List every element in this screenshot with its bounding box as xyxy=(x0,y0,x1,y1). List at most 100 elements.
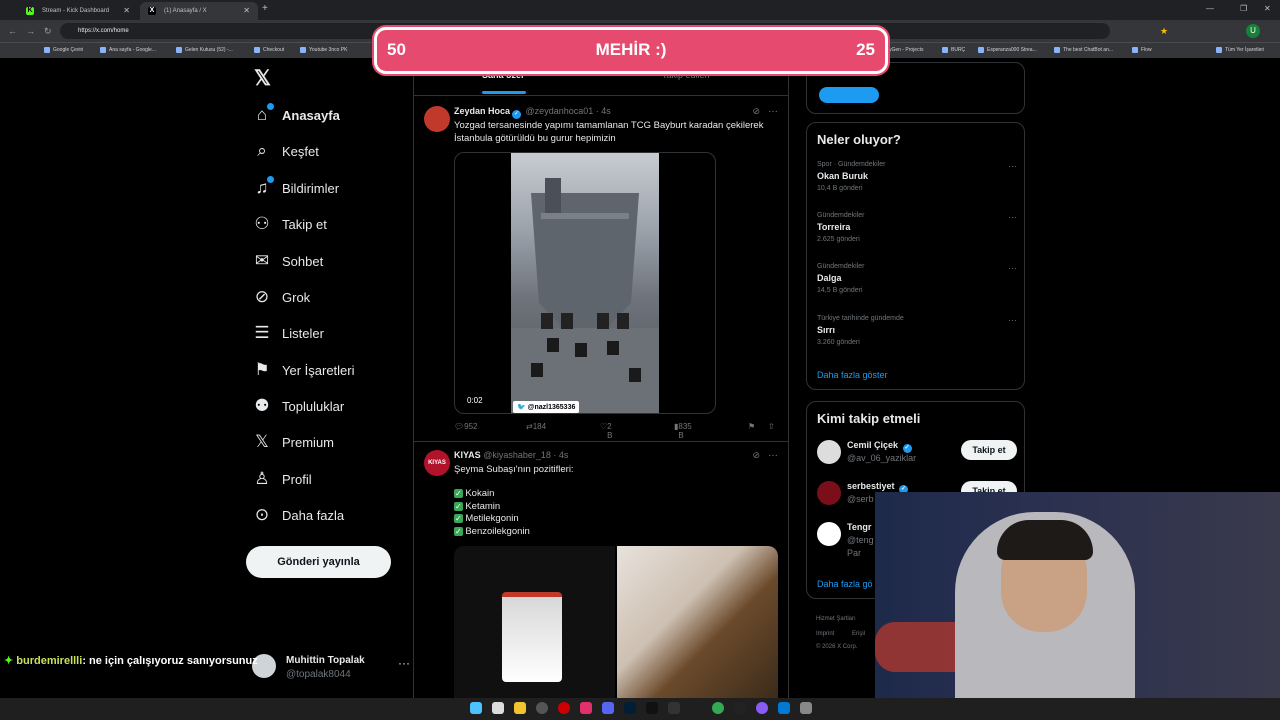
app-icon[interactable] xyxy=(734,702,746,714)
browser-tab-x[interactable]: X (1) Anasayfa / X ✕ xyxy=(140,2,258,20)
grok-icon: ⊘ xyxy=(254,287,270,306)
tweet-images[interactable] xyxy=(454,546,778,700)
new-tab-button[interactable]: + xyxy=(262,3,268,14)
account-name: Muhittin Topalak xyxy=(286,655,365,666)
bookmark-item[interactable]: Youtube 3nco PK xyxy=(300,45,347,55)
tweet-video[interactable]: 🐦 @nazl1365336 0:02 xyxy=(454,152,716,414)
nav-follow[interactable]: ⚇ Takip et xyxy=(252,209,402,239)
app-icon[interactable] xyxy=(778,702,790,714)
chrome-icon[interactable] xyxy=(712,702,724,714)
like-button[interactable]: ♡ 2 B xyxy=(600,422,613,440)
grok-icon[interactable]: ⊘ xyxy=(752,450,760,461)
nav-notifications[interactable]: ♫ Bildirimler xyxy=(252,173,402,203)
app-icon[interactable] xyxy=(536,702,548,714)
tiktok-icon[interactable] xyxy=(646,702,658,714)
forward-icon[interactable]: → xyxy=(26,25,35,37)
subscribe-button[interactable] xyxy=(819,87,879,103)
tweet-time[interactable]: 4s xyxy=(601,106,611,116)
tweet-image[interactable] xyxy=(617,546,778,700)
follow-suggestion[interactable]: Cemil Çiçek ✓ @av_06_yaziklar Takip et xyxy=(817,440,1017,474)
bookmark-item[interactable]: Ana sayfa - Google... xyxy=(100,45,156,55)
bookmark-icon[interactable]: ⚑ xyxy=(748,422,755,431)
share-icon[interactable]: ⇧ xyxy=(768,422,775,431)
nav-more[interactable]: ⊙ Daha fazla xyxy=(252,500,402,530)
nav-bookmarks[interactable]: ⚑ Yer İşaretleri xyxy=(252,355,402,385)
avatar: KIYAS xyxy=(424,450,450,476)
list-item: ✓ Benzoilekgonin xyxy=(454,525,530,537)
bookmark-item[interactable]: Gelen Kutusu (52) -... xyxy=(176,45,233,55)
windows-start-icon[interactable] xyxy=(470,702,482,714)
bookmark-item[interactable]: BURÇ xyxy=(942,45,965,55)
tweet-image[interactable] xyxy=(454,546,615,700)
app-icon[interactable] xyxy=(756,702,768,714)
bookmark-item[interactable]: Tüm Yer İşaretleri xyxy=(1216,45,1264,55)
bookmark-item[interactable]: Checkout xyxy=(254,45,284,55)
nav-home[interactable]: ⌂ Anasayfa xyxy=(252,100,402,130)
tweet[interactable]: KIYAS KIYAS @kiyashaber_18 · 4s ⊘ ··· Şe… xyxy=(414,442,788,700)
profile-avatar[interactable]: U xyxy=(1246,24,1260,38)
retweet-button[interactable]: ⇄ 184 xyxy=(526,422,546,431)
x-logo-icon[interactable]: 𝕏 xyxy=(254,68,276,90)
discord-icon[interactable] xyxy=(602,702,614,714)
bookmark-item[interactable]: Google Çeviri xyxy=(44,45,83,55)
chat-message: ✦ burdemirellli: ne için çalışıyoruz san… xyxy=(4,654,258,667)
nav-lists[interactable]: ☰ Listeler xyxy=(252,318,402,348)
trend-item[interactable]: Gündemdekiler Torreira 2.625 gönderi ··· xyxy=(817,212,1017,256)
nav-premium[interactable]: 𝕏 Premium xyxy=(252,427,402,457)
more-dots-icon: ··· xyxy=(398,656,410,670)
bookmark-item[interactable]: The best ChatBot an... xyxy=(1054,45,1113,55)
bookmark-item[interactable]: Flow xyxy=(1132,45,1152,55)
post-button[interactable]: Gönderi yayınla xyxy=(246,546,391,578)
browser-tab-kick[interactable]: K Stream - Kick Dashboard ✕ xyxy=(18,2,138,20)
follow-button[interactable]: Takip et xyxy=(961,440,1017,460)
author-name[interactable]: Zeydan Hoca xyxy=(454,106,510,116)
bookmark-item[interactable]: Esperanza000 Strea... xyxy=(978,45,1037,55)
footer-link[interactable]: Imprint xyxy=(816,631,834,637)
more-dots-icon[interactable]: ··· xyxy=(1008,212,1017,222)
author-handle: @kiyashaber_18 xyxy=(483,450,551,460)
check-icon: ✓ xyxy=(454,526,463,536)
tab-title: (1) Anasayfa / X xyxy=(164,8,207,14)
app-icon[interactable] xyxy=(668,702,680,714)
grok-icon[interactable]: ⊘ xyxy=(752,106,760,117)
show-more-link[interactable]: Daha fazla göster xyxy=(817,370,888,380)
nav-profile[interactable]: ♙ Profil xyxy=(252,464,402,494)
nav-explore[interactable]: ⌕ Keşfet xyxy=(252,136,402,166)
trend-item[interactable]: Spor · Gündemdekiler Okan Buruk 10,4 B g… xyxy=(817,161,1017,205)
video-timestamp: 0:02 xyxy=(467,396,483,405)
close-icon[interactable]: ✕ xyxy=(243,2,250,20)
back-icon[interactable]: ← xyxy=(8,25,17,37)
more-dots-icon[interactable]: ··· xyxy=(768,450,778,461)
nav-communities[interactable]: ⚉ Topluluklar xyxy=(252,391,402,421)
trend-item[interactable]: Gündemdekiler Dalga 14,5 B gönderi ··· xyxy=(817,263,1017,307)
app-icon[interactable] xyxy=(800,702,812,714)
tweet-actions: 💬︎ 952 ⇄ 184 ♡ 2 B ▮ 835 B ⚑ ⇧ xyxy=(454,422,784,440)
show-more-link[interactable]: Daha fazla gö xyxy=(817,579,873,589)
reply-button[interactable]: 💬︎ 952 xyxy=(454,422,478,431)
window-close-button[interactable]: ✕ xyxy=(1264,4,1271,13)
nav-chat[interactable]: ✉ Sohbet xyxy=(252,246,402,276)
close-icon[interactable]: ✕ xyxy=(123,2,130,20)
author-name[interactable]: KIYAS xyxy=(454,450,481,460)
more-dots-icon[interactable]: ··· xyxy=(1008,263,1017,273)
account-switcher[interactable]: Muhittin Topalak @topalak8044 ··· xyxy=(252,650,410,686)
tweet-time[interactable]: 4s xyxy=(559,450,569,460)
maximize-button[interactable]: ❐ xyxy=(1240,4,1247,13)
more-dots-icon[interactable]: ··· xyxy=(1008,161,1017,171)
opera-icon[interactable] xyxy=(558,702,570,714)
star-icon[interactable]: ★ xyxy=(1160,25,1168,37)
minimize-button[interactable]: — xyxy=(1206,4,1214,13)
reload-icon[interactable]: ↻ xyxy=(44,25,52,37)
footer-link[interactable]: Erişil xyxy=(852,631,865,637)
nav-grok[interactable]: ⊘ Grok xyxy=(252,282,402,312)
more-dots-icon[interactable]: ··· xyxy=(768,106,778,117)
trend-item[interactable]: Türkiye tarihinde gündemde Sırrı 3.260 g… xyxy=(817,315,1017,359)
file-explorer-icon[interactable] xyxy=(514,702,526,714)
photoshop-icon[interactable] xyxy=(624,702,636,714)
views-button[interactable]: ▮ 835 B xyxy=(674,422,692,440)
task-view-icon[interactable] xyxy=(492,702,504,714)
tweet[interactable]: Zeydan Hoca ✓ @zeydanhoca01 · 4s ⊘ ··· Yo… xyxy=(414,98,788,442)
footer-link[interactable]: Hizmet Şartları xyxy=(816,616,856,622)
more-dots-icon[interactable]: ··· xyxy=(1008,315,1017,325)
instagram-icon[interactable] xyxy=(580,702,592,714)
